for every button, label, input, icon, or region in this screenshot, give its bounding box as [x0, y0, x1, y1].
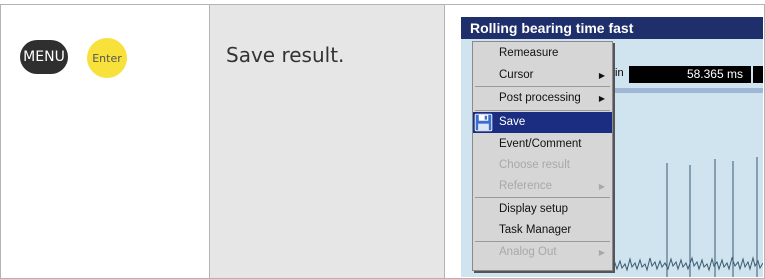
menu-key-button[interactable]: MENU: [20, 40, 68, 74]
instruction-text: Save result.: [226, 43, 345, 67]
context-menu: Remeasure Cursor ▶ Post processing ▶ Save Even…: [472, 41, 613, 271]
menu-separator: [475, 86, 610, 87]
menu-item-remeasure[interactable]: Remeasure: [473, 43, 612, 64]
menu-item-label: Save: [499, 116, 526, 128]
column-divider: [444, 4, 445, 279]
menu-item-analog-out: Analog Out ▶: [473, 242, 612, 263]
table-left-border: [0, 4, 1, 279]
floppy-disk-icon: [474, 113, 493, 132]
menu-item-label: Analog Out: [499, 246, 557, 258]
screen-title: Rolling bearing time fast: [461, 17, 763, 39]
readout-box-right: [753, 66, 763, 83]
menu-item-label: Reference: [499, 180, 553, 192]
readout-value: 58.365 ms: [629, 66, 751, 83]
enter-key-button[interactable]: Enter: [87, 38, 127, 78]
menu-item-event-comment[interactable]: Event/Comment: [473, 134, 612, 155]
menu-item-task-manager[interactable]: Task Manager: [473, 220, 612, 241]
menu-item-label: Remeasure: [499, 47, 559, 59]
submenu-arrow-icon: ▶: [598, 94, 605, 103]
menu-item-label: Choose result: [499, 159, 570, 171]
menu-separator: [475, 197, 610, 198]
menu-item-reference: Reference ▶: [473, 176, 612, 197]
spectrum-plot: [612, 157, 763, 277]
submenu-arrow-icon: ▶: [598, 248, 605, 257]
menu-item-save[interactable]: Save: [473, 112, 612, 133]
submenu-arrow-icon: ▶: [598, 71, 605, 80]
menu-item-label: Event/Comment: [499, 138, 582, 150]
column-divider: [209, 4, 210, 279]
readout-label: in: [615, 67, 624, 79]
menu-separator: [475, 110, 610, 111]
menu-item-label: Display setup: [499, 203, 569, 215]
menu-item-post-processing[interactable]: Post processing ▶: [473, 88, 612, 109]
menu-item-choose-result: Choose result: [473, 155, 612, 176]
menu-item-label: Task Manager: [499, 224, 572, 236]
menu-item-label: Post processing: [499, 92, 581, 104]
menu-item-cursor[interactable]: Cursor ▶: [473, 65, 612, 86]
menu-item-label: Cursor: [499, 69, 534, 81]
submenu-arrow-icon: ▶: [598, 182, 605, 191]
menu-item-display-setup[interactable]: Display setup: [473, 199, 612, 220]
